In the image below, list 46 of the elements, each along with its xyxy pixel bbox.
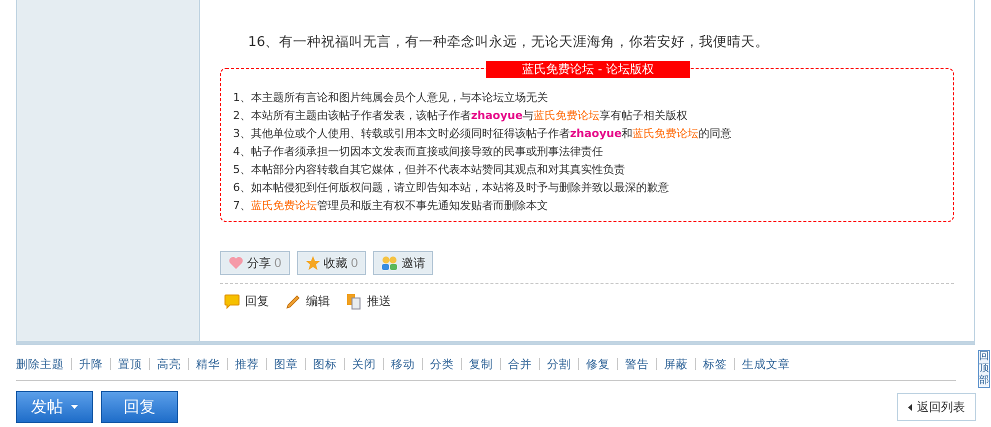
moderation-link[interactable]: 生成文章 <box>734 358 797 370</box>
heart-icon <box>228 256 244 270</box>
moderation-link[interactable]: 警告 <box>617 358 656 370</box>
share-button[interactable]: 邀请 <box>373 251 434 275</box>
caret-icon <box>71 405 78 409</box>
copyright-item: 7、蓝氏免费论坛管理员和版主有权不事先通知发贴者而删除本文 <box>233 198 549 214</box>
copyright-item: 5、本帖部分内容转载自其它媒体，但并不代表本站赞同其观点和对其真实性负责 <box>233 162 626 178</box>
moderation-link[interactable]: 修复 <box>578 358 617 370</box>
moderation-link[interactable]: 分类 <box>422 358 461 370</box>
copyright-item: 3、其他单位或个人使用、转载或引用本文时必须同时征得该帖子作者zhaoyue和蓝氏免费论坛的同意 <box>233 126 733 142</box>
moderation-link[interactable]: 置顶 <box>110 358 149 370</box>
moderation-link[interactable]: 合并 <box>500 358 539 370</box>
moderation-link[interactable]: 标签 <box>695 358 734 370</box>
documents-icon <box>346 293 362 310</box>
pencil-icon <box>285 294 301 310</box>
star-icon <box>304 255 321 271</box>
moderation-link[interactable]: 分割 <box>539 358 578 370</box>
post-action-link[interactable]: 编辑 <box>285 293 330 310</box>
copyright-item: 6、如本帖侵犯到任何版权问题，请立即告知本站，本站将及时予与删除并致以最深的歉意 <box>233 180 670 196</box>
moderation-link[interactable]: 图章 <box>266 358 305 370</box>
share-button[interactable]: 分享 0 <box>220 251 290 275</box>
reply-button[interactable]: 回复 <box>101 391 178 423</box>
paragraph: 16、有一种祝福叫无言，有一种牵念叫永远，无论天涯海角，你若安好，我便晴天。 <box>248 33 770 52</box>
moderation-link[interactable]: 删除主题 <box>16 358 71 370</box>
copyright-title: 蓝氏免费论坛 - 论坛版权 <box>486 61 690 78</box>
share-button[interactable]: 收藏 0 <box>296 251 366 275</box>
new-post-button[interactable]: 发帖 <box>16 391 93 423</box>
moderation-link[interactable]: 高亮 <box>149 358 188 370</box>
caret-left-icon <box>908 404 912 410</box>
copyright-item: 2、本站所有主题由该帖子作者发表，该帖子作者zhaoyue与蓝氏免费论坛享有帖子相关版权 <box>233 108 689 124</box>
speech-bubble-icon <box>224 294 240 309</box>
moderation-link[interactable]: 关闭 <box>344 358 383 370</box>
moderation-link[interactable]: 屏蔽 <box>656 358 695 370</box>
back-to-top-tab[interactable]: 回顶部 <box>978 350 990 388</box>
moderation-link[interactable]: 移动 <box>383 358 422 370</box>
moderation-link[interactable]: 推荐 <box>227 358 266 370</box>
people-icon <box>381 255 398 271</box>
post-action-link[interactable]: 回复 <box>224 293 269 310</box>
moderation-link[interactable]: 升降 <box>71 358 110 370</box>
moderation-link[interactable]: 图标 <box>305 358 344 370</box>
moderation-link[interactable]: 复制 <box>461 358 500 370</box>
copyright-item: 4、帖子作者须承担一切因本文发表而直接或间接导致的民事或刑事法律责任 <box>233 144 604 160</box>
post-action-link[interactable]: 推送 <box>346 293 391 310</box>
copyright-item: 1、本主题所有言论和图片纯属会员个人意见，与本论坛立场无关 <box>233 90 549 106</box>
moderation-link[interactable]: 精华 <box>188 358 227 370</box>
back-to-list-button[interactable]: 返回列表 <box>897 393 976 421</box>
